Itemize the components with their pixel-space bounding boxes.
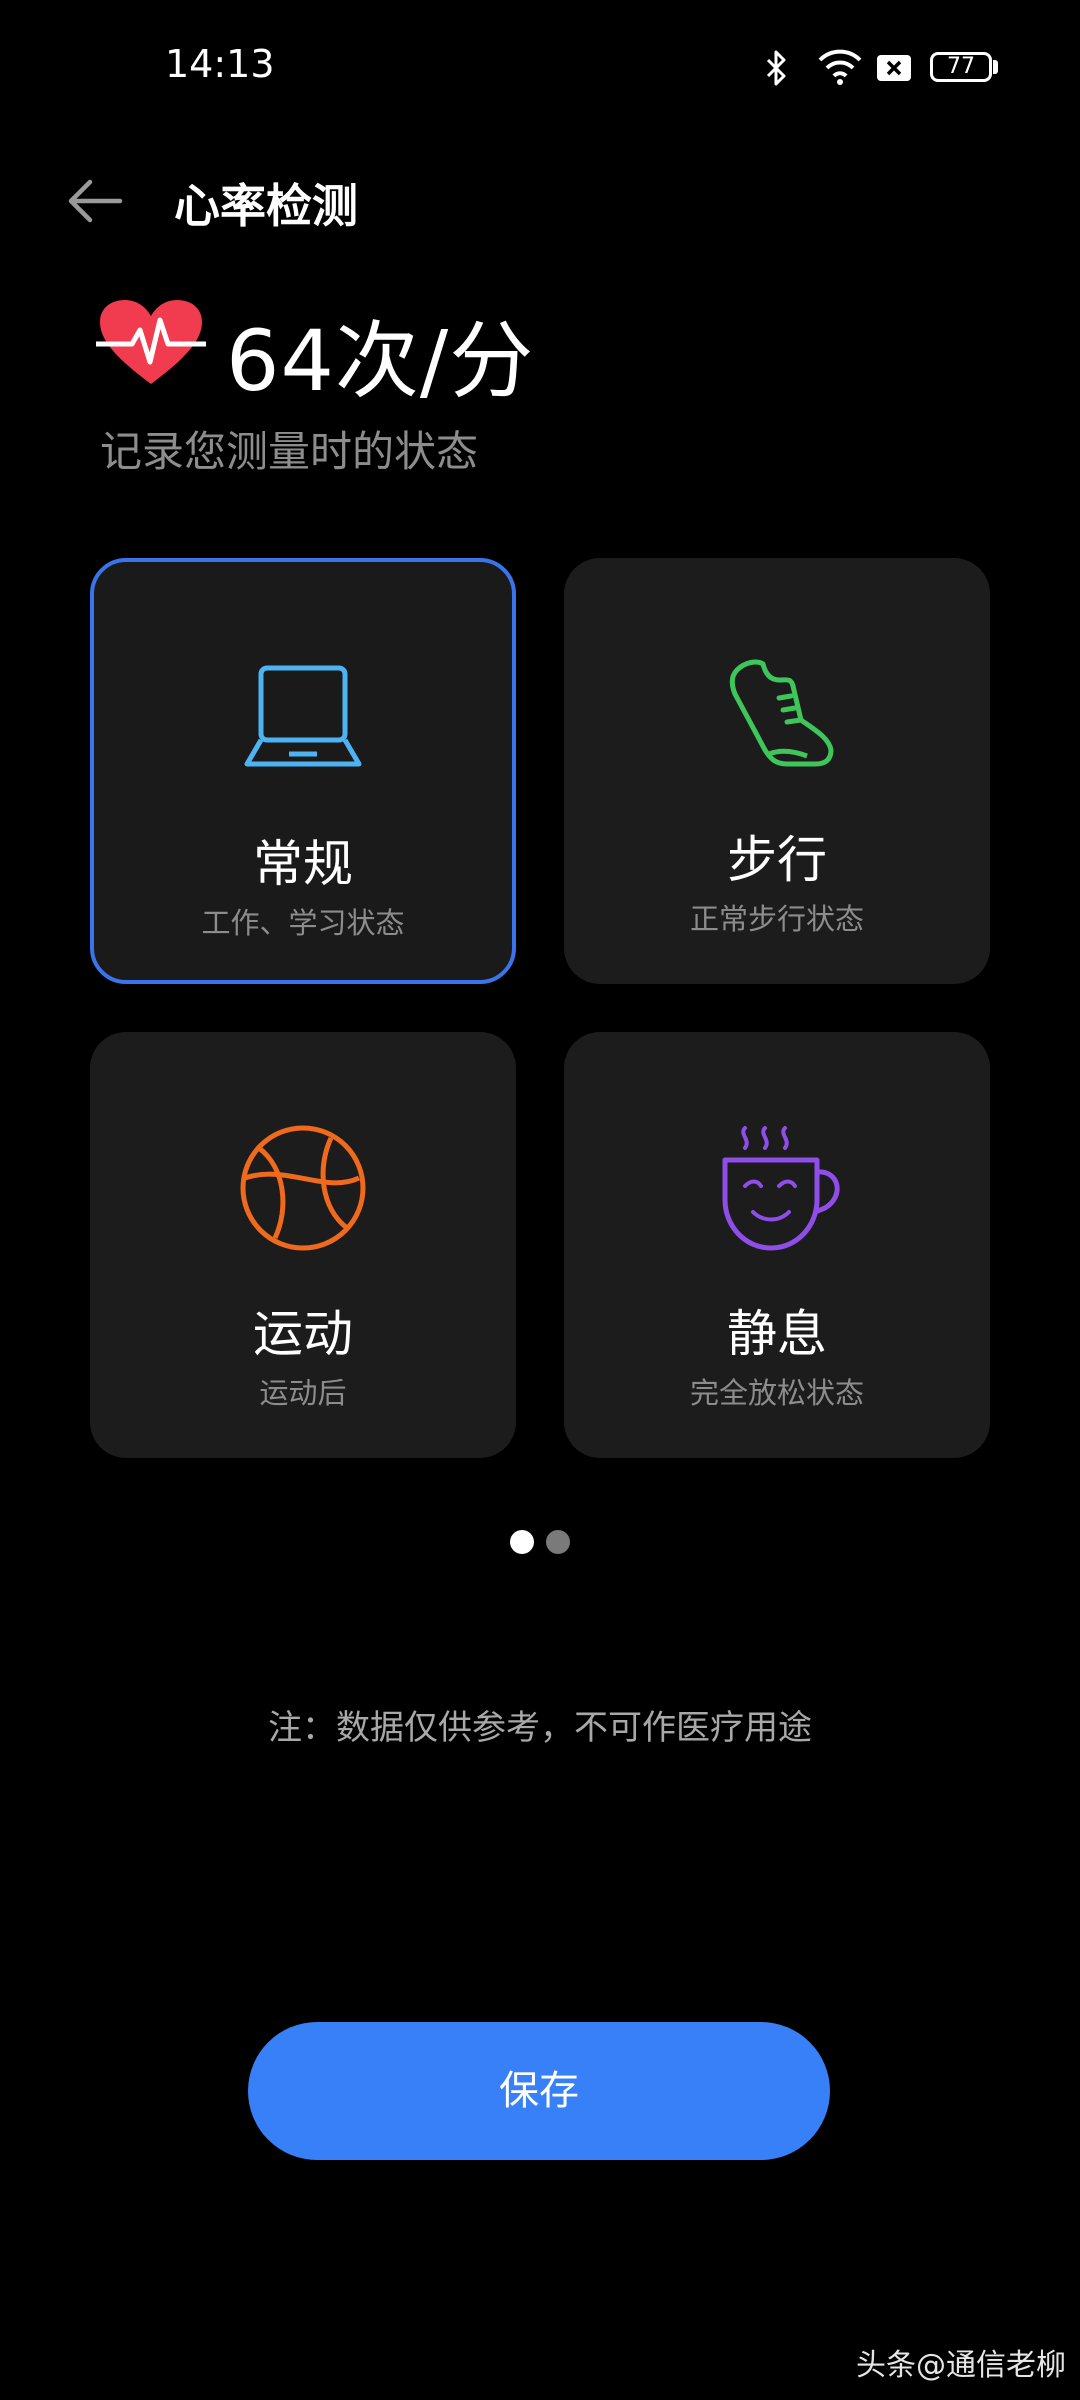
state-label: 步行 bbox=[727, 831, 827, 889]
coffee-cup-icon bbox=[722, 1126, 840, 1251]
bluetooth-icon bbox=[766, 50, 786, 86]
state-desc: 正常步行状态 bbox=[689, 902, 864, 936]
state-desc: 完全放松状态 bbox=[689, 1376, 864, 1410]
wifi-icon bbox=[818, 49, 862, 85]
state-label: 常规 bbox=[253, 835, 353, 893]
status-time: 14:13 bbox=[165, 42, 275, 86]
page-indicator-dot-active[interactable] bbox=[510, 1530, 534, 1554]
sim-off-icon bbox=[877, 55, 911, 81]
watermark: 头条@通信老柳 bbox=[856, 2348, 1066, 2383]
state-card-walk[interactable]: 步行 正常步行状态 bbox=[564, 558, 990, 984]
heart-rate-value: 64次/分 bbox=[226, 312, 535, 410]
battery-icon: 77 bbox=[930, 52, 992, 82]
shoe-icon bbox=[729, 659, 834, 767]
state-card-sport[interactable]: 运动 运动后 bbox=[90, 1032, 516, 1458]
state-card-normal[interactable]: 常规 工作、学习状态 bbox=[90, 558, 516, 984]
state-desc: 工作、学习状态 bbox=[201, 906, 405, 940]
heart-rate-icon bbox=[96, 300, 206, 384]
state-card-rest[interactable]: 静息 完全放松状态 bbox=[564, 1032, 990, 1458]
battery-tip bbox=[993, 60, 998, 74]
save-button[interactable]: 保存 bbox=[248, 2022, 830, 2160]
state-label: 运动 bbox=[253, 1305, 353, 1363]
record-state-subtitle: 记录您测量时的状态 bbox=[100, 427, 479, 476]
disclaimer-note: 注：数据仅供参考，不可作医疗用途 bbox=[268, 1708, 812, 1748]
page-title: 心率检测 bbox=[174, 179, 358, 233]
basketball-icon bbox=[240, 1125, 366, 1251]
laptop-icon bbox=[244, 665, 362, 767]
page-indicator-dot[interactable] bbox=[546, 1530, 570, 1554]
state-label: 静息 bbox=[727, 1305, 827, 1363]
back-arrow-icon[interactable] bbox=[64, 170, 126, 232]
state-desc: 运动后 bbox=[259, 1376, 347, 1410]
